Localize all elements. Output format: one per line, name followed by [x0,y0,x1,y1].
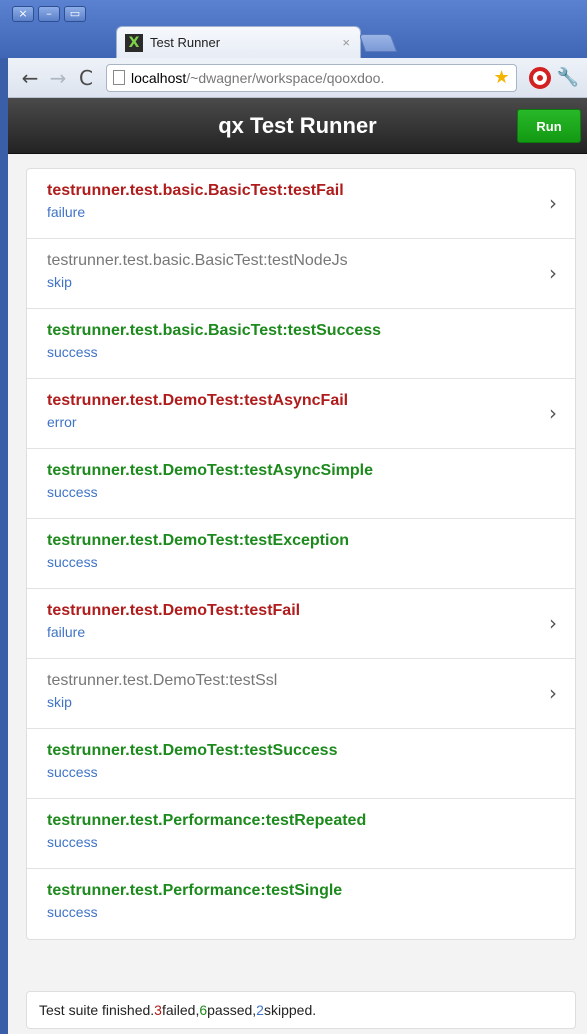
chevron-right-icon[interactable]: › [549,191,557,215]
test-name: testrunner.test.DemoTest:testAsyncSimple [47,462,374,479]
window-titlebar: × – ▭ X Test Runner × [0,0,587,58]
list-item[interactable]: testrunner.test.DemoTest:testAsyncFail er… [27,379,575,449]
list-item[interactable]: testrunner.test.DemoTest:testFail failure… [27,589,575,659]
url-host: localhost [131,69,187,86]
back-arrow-icon[interactable]: ← [16,64,44,92]
test-status: failure [47,204,86,220]
chevron-right-icon[interactable]: › [549,681,557,705]
tab-close-icon[interactable]: × [342,35,350,50]
reload-icon[interactable]: C [72,64,100,92]
failed-label: failed, [161,1002,200,1018]
wrench-icon[interactable]: 🔧 [557,67,579,88]
forward-arrow-icon[interactable]: → [44,64,72,92]
test-name: testrunner.test.Performance:testSingle [47,882,343,899]
chevron-right-icon[interactable]: › [549,401,557,425]
test-name: testrunner.test.DemoTest:testFail [47,602,301,619]
test-status: success [47,554,98,570]
list-item[interactable]: testrunner.test.DemoTest:testException su… [27,519,575,589]
maximize-icon[interactable]: ▭ [64,6,86,22]
list-item[interactable]: testrunner.test.Performance:testRepeated… [27,799,575,869]
test-name: testrunner.test.DemoTest:testSsl [47,672,278,689]
test-summary: Test suite finished. 3 failed, 6 passed,… [26,991,576,1029]
list-item[interactable]: testrunner.test.basic.BasicTest:testFail… [27,169,575,239]
test-name: testrunner.test.basic.BasicTest:testSucc… [47,322,382,339]
test-name: testrunner.test.DemoTest:testSuccess [47,742,338,759]
summary-prefix: Test suite finished. [39,1002,155,1018]
test-name: testrunner.test.Performance:testRepeated [47,812,367,829]
chevron-right-icon[interactable]: › [549,611,557,635]
address-bar[interactable]: localhost/~dwagner/workspace/qooxdoo. ★ [106,63,517,92]
test-status: success [47,904,98,920]
tab-title: Test Runner [150,35,221,50]
qooxdoo-favicon-icon: X [125,33,143,52]
passed-label: passed, [207,1002,257,1018]
url-path: /~dwagner/workspace/qooxdoo. [186,69,385,86]
test-status: failure [47,624,86,640]
minimize-icon[interactable]: – [38,6,60,22]
opera-extension-icon[interactable] [528,66,551,89]
test-name: testrunner.test.basic.BasicTest:testNode… [47,252,348,269]
list-item[interactable]: testrunner.test.DemoTest:testAsyncSimple… [27,449,575,519]
browser-tab[interactable]: X Test Runner × [116,26,361,58]
test-status: success [47,764,98,780]
test-status: skip [47,274,72,290]
run-button[interactable]: Run [517,109,581,143]
list-item[interactable]: testrunner.test.DemoTest:testSuccess succ… [27,729,575,799]
page-title: qx Test Runner [218,112,377,138]
url-text: localhost/~dwagner/workspace/qooxdoo. [131,70,489,86]
list-item[interactable]: testrunner.test.Performance:testSingle su… [27,869,575,939]
page-icon [113,70,125,85]
test-status: success [47,834,98,850]
list-item[interactable]: testrunner.test.basic.BasicTest:testSucc… [27,309,575,379]
test-name: testrunner.test.DemoTest:testException [47,532,349,549]
new-tab-button[interactable] [358,34,398,52]
list-item[interactable]: testrunner.test.DemoTest:testSsl skip › [27,659,575,729]
test-name: testrunner.test.DemoTest:testAsyncFail [47,392,349,409]
test-list: testrunner.test.basic.BasicTest:testFail… [26,168,576,940]
test-name: testrunner.test.basic.BasicTest:testFail [47,182,344,199]
test-status: error [47,414,77,430]
test-status: success [47,344,98,360]
app-header: qx Test Runner Run [8,98,587,154]
browser-toolbar: ← → C localhost/~dwagner/workspace/qooxd… [8,58,587,98]
close-icon[interactable]: × [12,6,34,22]
list-item[interactable]: testrunner.test.basic.BasicTest:testNode… [27,239,575,309]
failed-count: 3 [154,1002,162,1018]
page-viewport: qx Test Runner Run testrunner.test.basic… [8,98,587,1034]
test-status: success [47,484,98,500]
skipped-count: 2 [256,1002,264,1018]
window-controls: × – ▭ [12,6,86,22]
passed-count: 6 [199,1002,208,1018]
star-icon[interactable]: ★ [493,67,509,88]
test-status: skip [47,694,72,710]
chevron-right-icon[interactable]: › [549,261,557,285]
skipped-label: skipped. [263,1002,317,1018]
